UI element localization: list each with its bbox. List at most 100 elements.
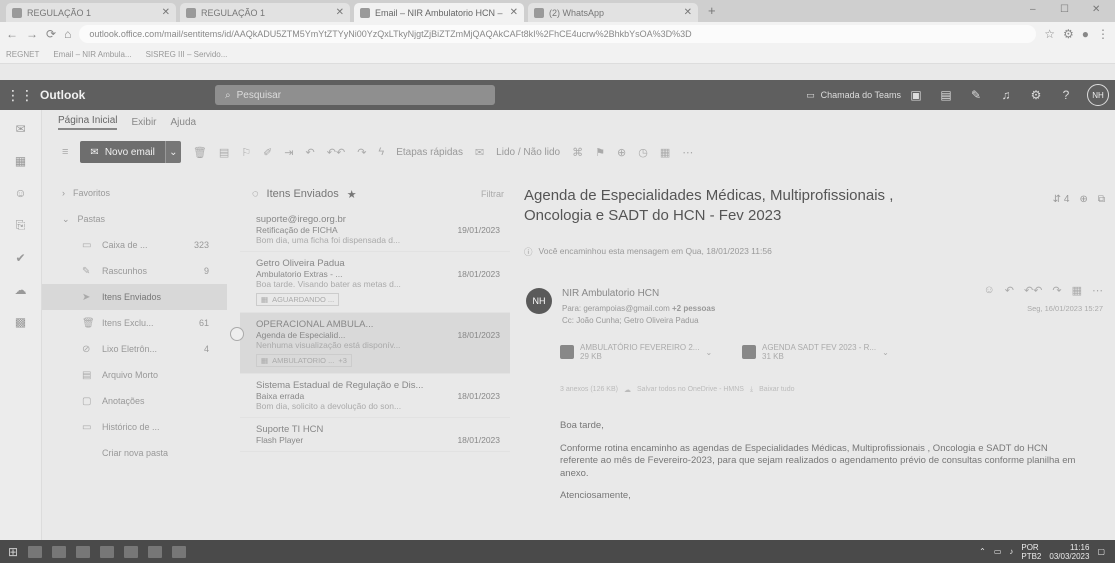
folder-archive[interactable]: ▤ Arquivo Morto xyxy=(42,362,227,388)
more-icon[interactable]: ⋯ xyxy=(682,146,693,159)
tab-view[interactable]: Exibir xyxy=(131,117,156,128)
app-icon[interactable] xyxy=(172,545,187,558)
attachment-chip[interactable]: ▦ AMBULATORIO ... +3 xyxy=(256,354,352,367)
profile-icon[interactable]: ● xyxy=(1082,27,1089,41)
list-item[interactable]: suporte@irego.org.br Retificação de FICH… xyxy=(240,208,510,252)
select-radio[interactable] xyxy=(230,327,244,341)
delete-icon[interactable]: 🗑 xyxy=(193,146,207,159)
sender-name[interactable]: NIR Ambulatorio HCN xyxy=(562,288,659,299)
windows-start-icon[interactable]: ⊞ xyxy=(8,545,18,559)
todo-icon[interactable]: ✔ xyxy=(15,251,25,265)
menu-icon[interactable]: ⋮ xyxy=(1097,27,1109,41)
move-icon[interactable]: ⇥ xyxy=(284,146,293,159)
attachment-chip[interactable]: ▦ AGUARDANDO ... xyxy=(256,293,340,306)
attach-icon[interactable]: ⎘ xyxy=(16,218,26,233)
chevron-up-icon[interactable]: ⌃ xyxy=(979,547,986,556)
pdf-icon[interactable] xyxy=(148,545,163,558)
home-icon[interactable]: ⌂ xyxy=(64,27,71,41)
thread-count[interactable]: ⇵ 4 xyxy=(1053,194,1070,205)
tag-icon[interactable]: ⌘ xyxy=(572,146,583,159)
reload-icon[interactable]: ⟳ xyxy=(46,27,56,41)
tab-help[interactable]: Ajuda xyxy=(171,117,197,128)
archive-icon[interactable]: ▤ xyxy=(219,146,229,159)
folder-inbox[interactable]: ▭ Caixa de ... 323 xyxy=(42,232,227,258)
quick-steps-button[interactable]: Etapas rápidas xyxy=(396,147,463,158)
flag-icon[interactable]: ⚑ xyxy=(595,146,605,159)
save-onedrive-link[interactable]: Salvar todos no OneDrive - HMNS xyxy=(637,386,744,394)
recipient[interactable]: gerampoias@gmail.com xyxy=(583,304,669,313)
select-all-icon[interactable]: ◌ xyxy=(252,188,259,200)
teams-call-button[interactable]: ▭ Chamada do Teams xyxy=(806,90,901,101)
taskview-icon[interactable] xyxy=(28,545,43,558)
notifications-icon[interactable]: ▢ xyxy=(1097,547,1105,556)
search-input[interactable]: ⌕ Pesquisar xyxy=(215,85,495,105)
reply-icon[interactable]: ↶ xyxy=(306,146,315,159)
new-tab-icon[interactable]: + xyxy=(708,3,716,18)
browser-tab-3[interactable]: Email – NIR Ambulatorio HCN – ✕ xyxy=(354,3,524,22)
quick-steps-icon[interactable]: ϟ xyxy=(378,146,384,158)
bell-icon[interactable]: ♫ xyxy=(991,88,1021,102)
list-item[interactable]: Sistema Estadual de Regulação e Dis... B… xyxy=(240,374,510,418)
list-item[interactable]: Getro Oliveira Padua Ambulatorio Extras … xyxy=(240,252,510,313)
file-explorer-icon[interactable] xyxy=(52,545,67,558)
feedback-icon[interactable]: ✎ xyxy=(961,88,991,102)
volume-icon[interactable]: ♪ xyxy=(1009,547,1013,556)
attachment-card[interactable]: AGENDA SADT FEV 2023 - R... 31 KB ⌄ xyxy=(742,340,889,364)
forward-icon[interactable]: ↷ xyxy=(357,146,366,159)
grid-icon[interactable]: ▦ xyxy=(1072,284,1082,297)
avatar[interactable]: NH xyxy=(1087,84,1109,106)
help-icon[interactable]: ? xyxy=(1051,88,1081,102)
folder-sent[interactable]: ➤ Itens Enviados xyxy=(42,284,227,310)
maximize-icon[interactable]: ☐ xyxy=(1060,4,1069,15)
envelope-open-icon[interactable]: ✉ xyxy=(475,146,484,159)
browser-tab-4[interactable]: (2) WhatsApp ✕ xyxy=(528,3,698,22)
new-mail-main[interactable]: ✉ Novo email xyxy=(80,141,165,163)
network-icon[interactable]: ▭ xyxy=(994,547,1002,556)
grid-icon[interactable]: ▦ xyxy=(660,146,670,159)
favorites-toggle[interactable]: › Favoritos xyxy=(42,180,227,206)
cloud-icon[interactable]: ☁ xyxy=(15,283,27,297)
folder-drafts[interactable]: ✎ Rascunhos 9 xyxy=(42,258,227,284)
word-icon[interactable] xyxy=(100,545,115,558)
apps-icon[interactable]: ▩ xyxy=(15,315,26,329)
my-day-icon[interactable]: ▣ xyxy=(901,88,931,102)
extensions-icon[interactable]: ⚙ xyxy=(1063,27,1074,41)
people-icon[interactable]: ☺ xyxy=(14,186,26,200)
star-icon[interactable]: ☆ xyxy=(1044,27,1055,41)
bookmark-email[interactable]: Email – NIR Ambula... xyxy=(53,50,131,59)
download-all-link[interactable]: Baixar tudo xyxy=(759,386,794,394)
back-icon[interactable]: ← xyxy=(6,27,18,41)
folder-notes[interactable]: ▢ Anotações xyxy=(42,388,227,414)
sender-avatar[interactable]: NH xyxy=(526,288,552,314)
browser-tab-1[interactable]: REGULAÇÃO 1 ✕ xyxy=(6,3,176,22)
new-folder-link[interactable]: Criar nova pasta xyxy=(42,440,227,466)
close-tab-icon[interactable]: ✕ xyxy=(510,7,518,18)
close-tab-icon[interactable]: ✕ xyxy=(684,7,692,18)
chevron-down-icon[interactable]: ⌄ xyxy=(882,348,889,357)
list-item[interactable]: OPERACIONAL AMBULA... Agenda de Especial… xyxy=(230,313,510,374)
chevron-down-icon[interactable]: ⌄ xyxy=(164,141,181,163)
sweep-icon[interactable]: ✐ xyxy=(263,146,272,159)
close-tab-icon[interactable]: ✕ xyxy=(162,7,170,18)
list-item[interactable]: Suporte TI HCN Flash Player 18/01/2023 xyxy=(240,418,510,452)
filter-button[interactable]: Filtrar xyxy=(481,189,504,199)
minimize-icon[interactable]: – xyxy=(1030,4,1036,15)
bookmark-regnet[interactable]: REGNET xyxy=(6,50,39,59)
folder-history[interactable]: ▭ Histórico de ... xyxy=(42,414,227,440)
reply-all-icon[interactable]: ↶↶ xyxy=(327,146,345,159)
url-input[interactable]: outlook.office.com/mail/sentitems/id/AAQ… xyxy=(79,25,1037,43)
gear-icon[interactable]: ⚙ xyxy=(1021,88,1051,102)
teams-icon[interactable]: ▤ xyxy=(931,88,961,102)
pin-icon[interactable]: ⊕ xyxy=(617,146,626,159)
mail-icon[interactable]: ✉ xyxy=(15,122,25,136)
forward-icon[interactable]: ↷ xyxy=(1052,284,1061,297)
favorite-star-icon[interactable]: ★ xyxy=(347,188,357,201)
zoom-icon[interactable]: ⊕ xyxy=(1079,194,1087,205)
folder-junk[interactable]: ⊘ Lixo Eletrôn... 4 xyxy=(42,336,227,362)
chevron-down-icon[interactable]: ⌄ xyxy=(705,348,712,357)
browser-icon[interactable] xyxy=(76,545,91,558)
emoji-icon[interactable]: ☺ xyxy=(983,284,994,297)
close-tab-icon[interactable]: ✕ xyxy=(336,7,344,18)
folders-toggle[interactable]: ⌄ Pastas xyxy=(42,206,227,232)
calendar-icon[interactable]: ▦ xyxy=(15,154,26,168)
